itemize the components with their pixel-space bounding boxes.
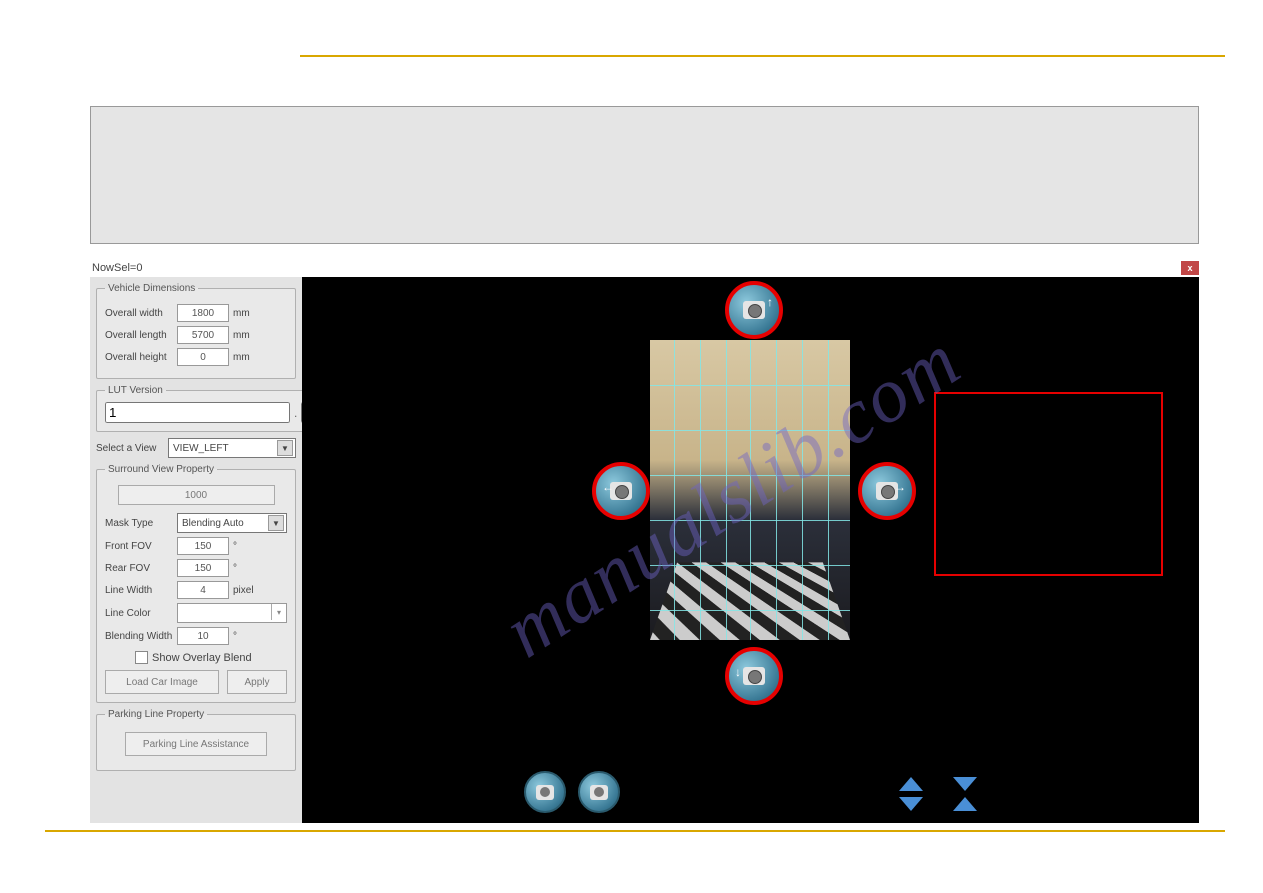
lut-legend: LUT Version [105,385,166,396]
line-color-dropdown[interactable]: ▾ [177,603,287,623]
overall-width-label: Overall width [105,308,177,319]
arrow-down-icon [953,777,977,791]
bottom-divider [45,830,1225,832]
parking-line-group: Parking Line Property Parking Line Assis… [96,709,296,771]
zoom-collapse-button[interactable] [952,777,978,813]
lut-dot: . [294,406,297,420]
overall-height-label: Overall height [105,352,177,363]
blending-width-label: Blending Width [105,631,177,642]
blending-width-input[interactable] [177,627,229,645]
rear-fov-input[interactable] [177,559,229,577]
select-view-value: VIEW_LEFT [173,443,229,454]
checker-floor [650,562,850,640]
arrow-up-icon [899,777,923,791]
front-fov-input[interactable] [177,537,229,555]
overlay-label: Show Overlay Blend [152,652,252,664]
camera-rear-button[interactable]: ↓ [725,647,783,705]
front-fov-label: Front FOV [105,541,177,552]
mask-type-value: Blending Auto [182,518,244,529]
parking-legend: Parking Line Property [105,709,207,720]
top-divider [300,55,1225,57]
rear-fov-unit: ° [233,563,237,574]
title-bar: NowSel=0 x [90,258,1199,277]
overall-width-input[interactable] [177,304,229,322]
arrow-down-icon: ↓ [735,665,741,679]
rear-fov-label: Rear FOV [105,563,177,574]
overall-length-label: Overall length [105,330,177,341]
window-title: NowSel=0 [90,262,142,274]
camera-left-button[interactable]: ← [592,462,650,520]
vehicle-legend: Vehicle Dimensions [105,283,198,294]
line-width-unit: pixel [233,585,254,596]
surround-top-input[interactable]: 1000 [118,485,275,505]
camera-front-button[interactable]: ↑ [725,281,783,339]
arrow-left-icon: ← [602,480,614,494]
line-width-input[interactable] [177,581,229,599]
select-view-label: Select a View [96,443,168,454]
surround-view-group: Surround View Property 1000 Mask Type Bl… [96,464,296,703]
surround-legend: Surround View Property [105,464,217,475]
camera-icon [590,785,608,800]
parking-line-assistance-button[interactable]: Parking Line Assistance [125,732,267,756]
camera-icon [536,785,554,800]
arrow-right-icon: → [894,480,906,494]
height-unit: mm [233,352,250,363]
chevron-down-icon: ▼ [277,440,293,456]
apply-button[interactable]: Apply [227,670,287,694]
front-fov-unit: ° [233,541,237,552]
chevron-down-icon: ▾ [271,604,286,620]
vehicle-dimensions-group: Vehicle Dimensions Overall width mm Over… [96,283,296,379]
width-unit: mm [233,308,250,319]
select-view-dropdown[interactable]: VIEW_LEFT ▼ [168,438,296,458]
app-body: Vehicle Dimensions Overall width mm Over… [90,277,1199,823]
load-car-image-button[interactable]: Load Car Image [105,670,219,694]
mask-type-label: Mask Type [105,518,177,529]
info-panel [90,106,1199,244]
close-icon: x [1187,263,1192,273]
camera-icon [743,301,765,319]
camera-right-button[interactable]: → [858,462,916,520]
line-width-label: Line Width [105,585,177,596]
overall-length-input[interactable] [177,326,229,344]
length-unit: mm [233,330,250,341]
camera-icon [743,667,765,685]
arrow-up-icon [953,797,977,811]
rotate-ccw-button[interactable] [524,771,566,813]
chevron-down-icon: ▼ [268,515,284,531]
blending-width-unit: ° [233,631,237,642]
lut-major-input[interactable] [105,402,290,423]
line-color-label: Line Color [105,608,177,619]
arrow-up-icon: ↑ [767,295,773,309]
app-window: NowSel=0 x Vehicle Dimensions Overall wi… [90,258,1199,823]
sidebar: Vehicle Dimensions Overall width mm Over… [90,277,302,823]
main-view: ↑ ← → ↓ [302,277,1199,823]
selection-box [934,392,1163,576]
arrow-down-icon [899,797,923,811]
close-button[interactable]: x [1181,261,1199,275]
overlay-checkbox[interactable] [135,651,148,664]
zoom-expand-button[interactable] [898,777,924,813]
rotate-cw-button[interactable] [578,771,620,813]
camera-preview[interactable] [650,340,850,640]
overall-height-input[interactable] [177,348,229,366]
mask-type-dropdown[interactable]: Blending Auto ▼ [177,513,287,533]
